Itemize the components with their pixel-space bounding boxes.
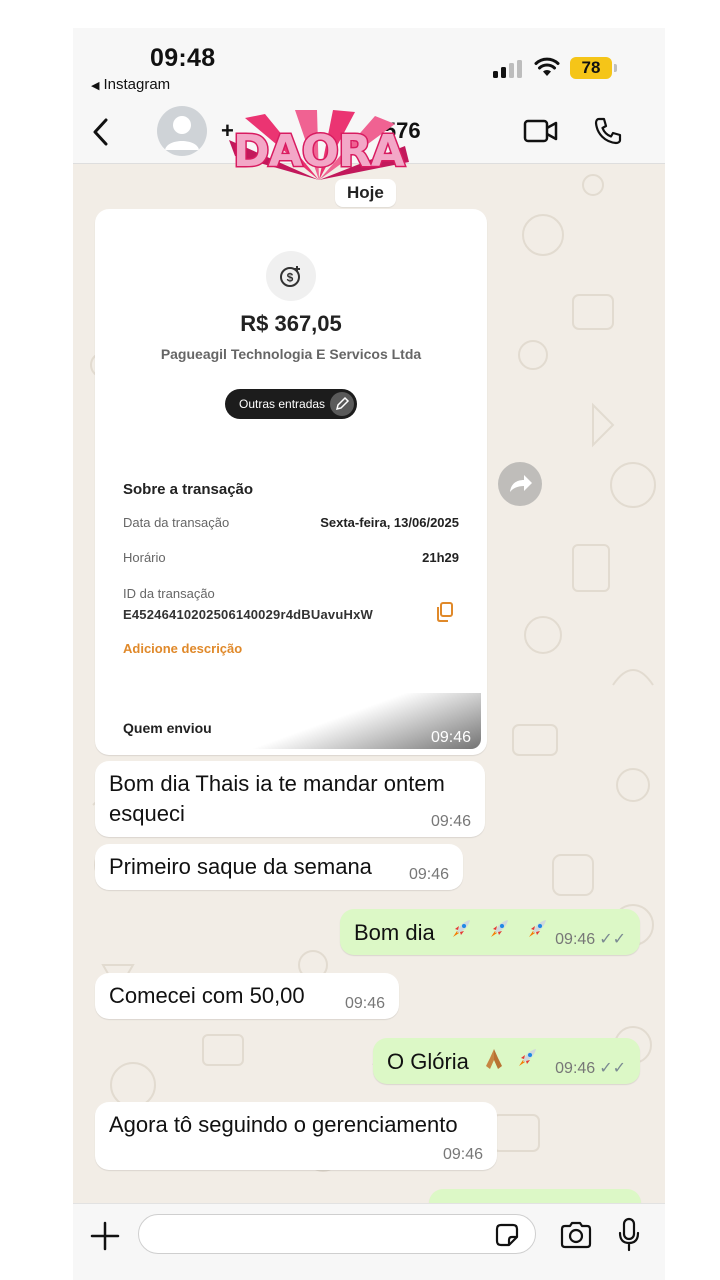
svg-text:$: $: [287, 271, 294, 285]
message-text: O Glória: [387, 1049, 469, 1074]
battery-indicator: 78: [570, 57, 617, 79]
transaction-time-row: Horário 21h29: [123, 550, 459, 565]
message-time: 09:46: [430, 813, 471, 830]
message-bubble-outgoing[interactable]: O Glória 09:46 ✓✓: [373, 1038, 640, 1084]
message-time-status: 09:46 ✓✓: [555, 931, 626, 949]
edit-pencil-icon: [330, 392, 354, 416]
rocket-emoji-icon: [519, 1049, 537, 1066]
rocket-emoji-icon: [452, 920, 470, 937]
status-time: 09:48: [150, 44, 216, 72]
sticker-icon[interactable]: [493, 1221, 521, 1249]
microphone-icon[interactable]: [617, 1217, 641, 1253]
forward-button[interactable]: [498, 462, 542, 506]
message-composer: [73, 1203, 665, 1280]
back-app-label: Instagram: [103, 76, 171, 93]
back-to-app-link[interactable]: ◀ Instagram: [91, 76, 170, 93]
transaction-time-label: Horário: [123, 550, 166, 565]
message-bubble-outgoing-partial[interactable]: [429, 1189, 641, 1203]
message-text: Primeiro saque da semana: [109, 854, 372, 879]
message-bubble-incoming[interactable]: Agora tô seguindo o gerenciamento 09:46: [95, 1102, 497, 1170]
category-pill: Outras entradas: [225, 389, 357, 419]
camera-icon[interactable]: [559, 1220, 593, 1250]
transaction-date-value: Sexta-feira, 13/06/2025: [320, 515, 459, 530]
back-triangle-icon: ◀: [91, 80, 100, 92]
praying-hands-emoji-icon: [486, 1049, 503, 1069]
copy-icon: [437, 602, 453, 622]
daora-logo-overlay: DAORA: [225, 110, 413, 182]
receipt-image-message[interactable]: $ R$ 367,05 Pagueagil Technologia E Serv…: [95, 209, 487, 755]
logo-wordmark: DAORA: [232, 125, 407, 179]
message-bubble-incoming[interactable]: Bom dia Thais ia te mandar ontem esqueci…: [95, 761, 485, 837]
signal-icon: [493, 60, 525, 78]
transaction-id-value: E45246410202506140029r4dBUavuHxW: [123, 607, 373, 622]
message-bubble-incoming[interactable]: Comecei com 50,00 09:46: [95, 973, 399, 1019]
transaction-date-row: Data da transação Sexta-feira, 13/06/202…: [123, 515, 459, 530]
date-divider-chip: Hoje: [335, 179, 396, 207]
phone-screen: 09:48 ◀ Instagram 78 +576 DAORA Hoje $ R…: [73, 28, 665, 1280]
read-ticks-icon: ✓✓: [599, 931, 626, 948]
transaction-time-value: 21h29: [422, 550, 459, 565]
money-received-icon: $: [266, 251, 316, 301]
add-description-link: Adicione descrição: [123, 641, 243, 656]
receipt-amount: R$ 367,05: [240, 311, 342, 336]
message-text: Comecei com 50,00: [109, 983, 305, 1008]
default-avatar-icon: [165, 116, 199, 150]
message-time: 09:46: [555, 931, 596, 948]
transaction-section-title: Sobre a transação: [123, 481, 254, 498]
read-ticks-icon: ✓✓: [599, 1060, 626, 1077]
message-bubble-incoming[interactable]: Primeiro saque da semana 09:46: [95, 844, 463, 890]
plus-icon[interactable]: [89, 1220, 121, 1252]
transaction-id-label: ID da transação: [123, 586, 215, 601]
message-time: 09:46: [442, 1146, 483, 1163]
rocket-emoji-icon: [529, 920, 547, 937]
receipt-company: Pagueagil Technologia E Servicos Ltda: [160, 346, 422, 362]
video-call-icon[interactable]: [523, 118, 559, 144]
message-time: 09:46: [430, 729, 471, 746]
voice-call-icon[interactable]: [593, 116, 623, 146]
message-input[interactable]: [138, 1214, 536, 1254]
message-bubble-outgoing[interactable]: Bom dia 09:46 ✓✓: [340, 909, 640, 955]
contact-avatar[interactable]: [157, 106, 207, 156]
wifi-icon: [534, 57, 560, 76]
category-pill-label: Outras entradas: [239, 397, 326, 411]
message-time: 09:46: [408, 866, 449, 883]
back-chevron-icon[interactable]: [89, 116, 111, 148]
chat-area[interactable]: Hoje $ R$ 367,05 Pagueagil Technologia E…: [73, 165, 665, 1203]
message-text: Bom dia: [354, 920, 435, 945]
message-time: 09:46: [555, 1060, 596, 1077]
message-text: Agora tô seguindo o gerenciamento: [109, 1112, 458, 1137]
transaction-date-label: Data da transação: [123, 515, 230, 530]
forward-arrow-icon: [510, 475, 532, 492]
message-text: Bom dia Thais ia te mandar ontem esqueci: [109, 771, 445, 826]
status-bar: 09:48 ◀ Instagram 78: [73, 28, 665, 100]
rocket-emoji-icon: [490, 920, 508, 937]
message-time-status: 09:46 ✓✓: [555, 1060, 626, 1078]
sender-section-title: Quem enviou: [123, 720, 212, 736]
message-time: 09:46: [344, 995, 385, 1012]
